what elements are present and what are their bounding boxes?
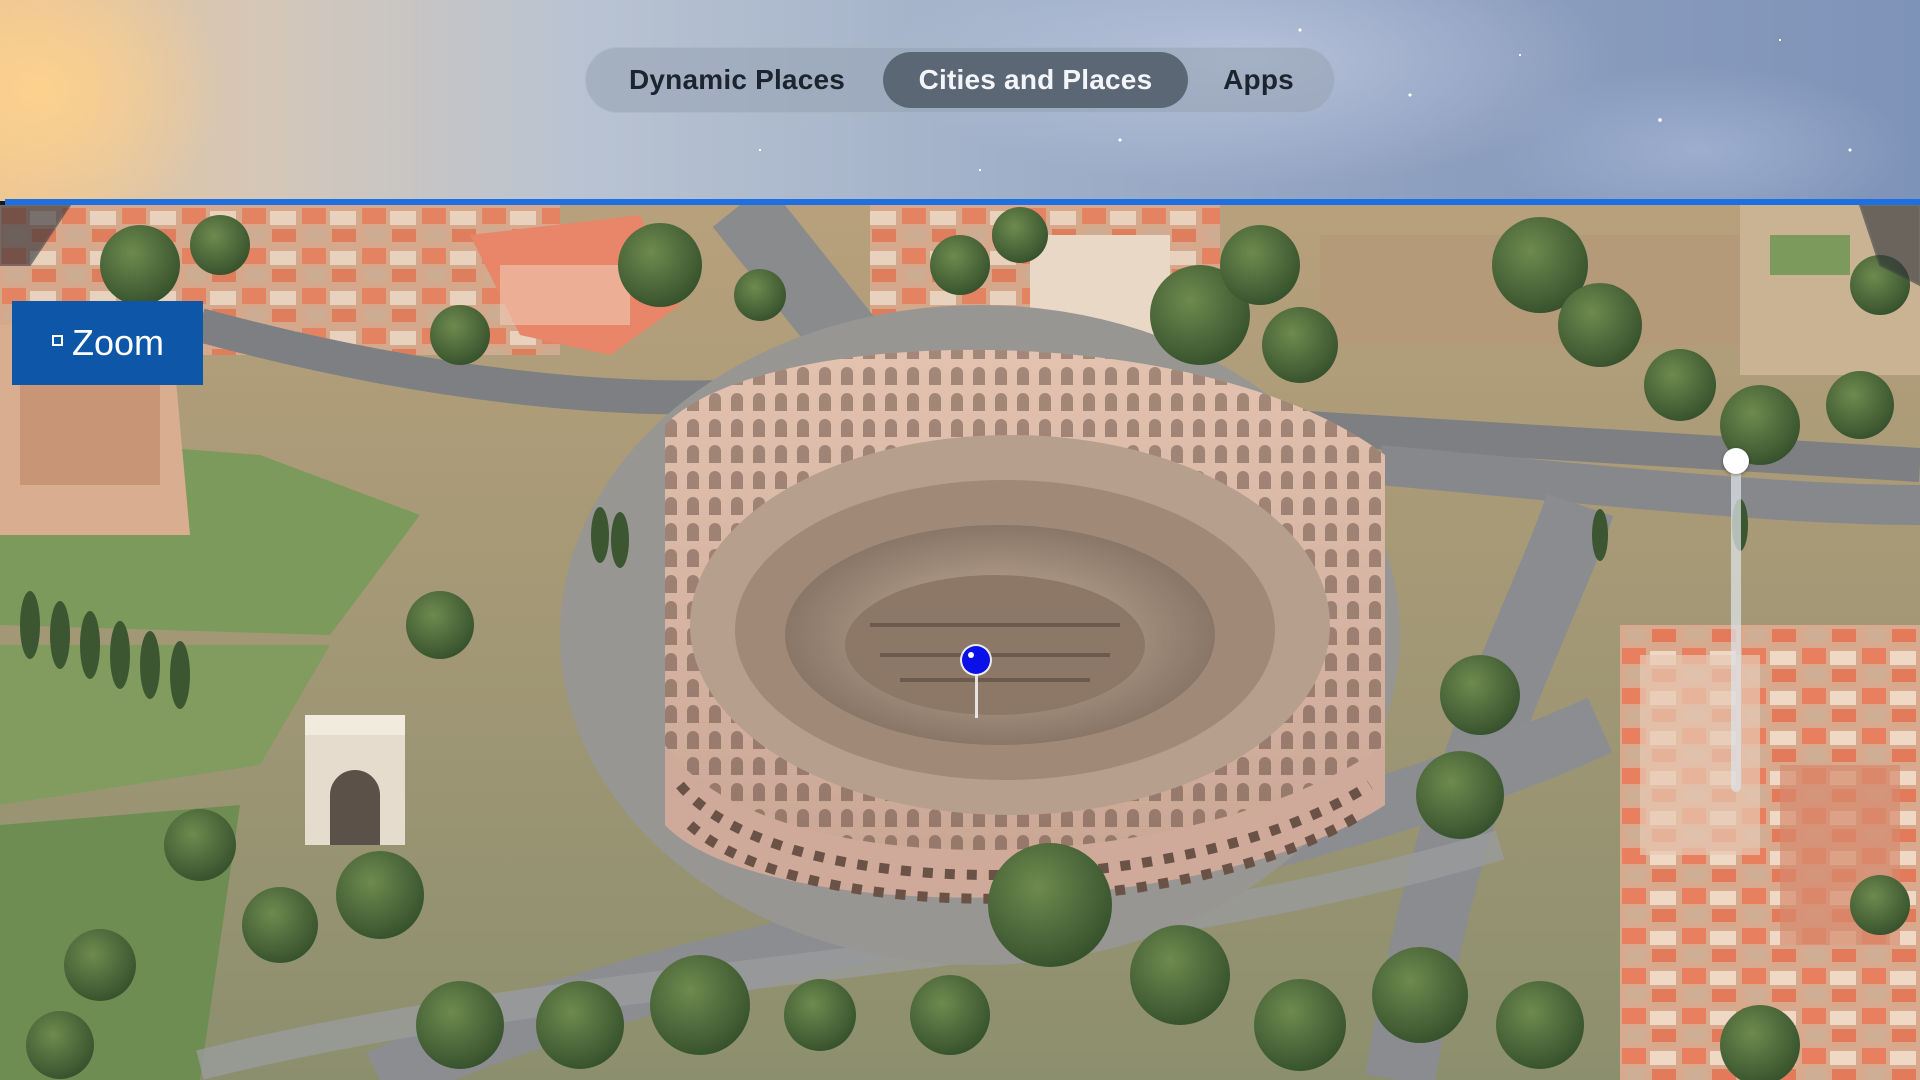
zoom-button[interactable]: Zoom	[12, 301, 203, 385]
screen: Dynamic Places Cities and Places Apps Zo…	[0, 0, 1920, 1080]
map-3d-view[interactable]	[0, 205, 1920, 1080]
tab-dynamic-places[interactable]: Dynamic Places	[591, 52, 883, 108]
location-pin[interactable]	[962, 646, 992, 726]
pin-head-icon	[962, 646, 990, 674]
zoom-label: Zoom	[72, 322, 165, 363]
zoom-dashed-square-icon	[52, 335, 63, 346]
category-tabs: Dynamic Places Cities and Places Apps	[585, 47, 1335, 113]
slider-track[interactable]	[1731, 462, 1741, 792]
map-scene	[0, 205, 1920, 1080]
pin-stem	[975, 674, 978, 718]
slider-thumb[interactable]	[1723, 448, 1749, 474]
tab-apps[interactable]: Apps	[1188, 52, 1329, 108]
tab-cities-and-places[interactable]: Cities and Places	[883, 52, 1188, 108]
